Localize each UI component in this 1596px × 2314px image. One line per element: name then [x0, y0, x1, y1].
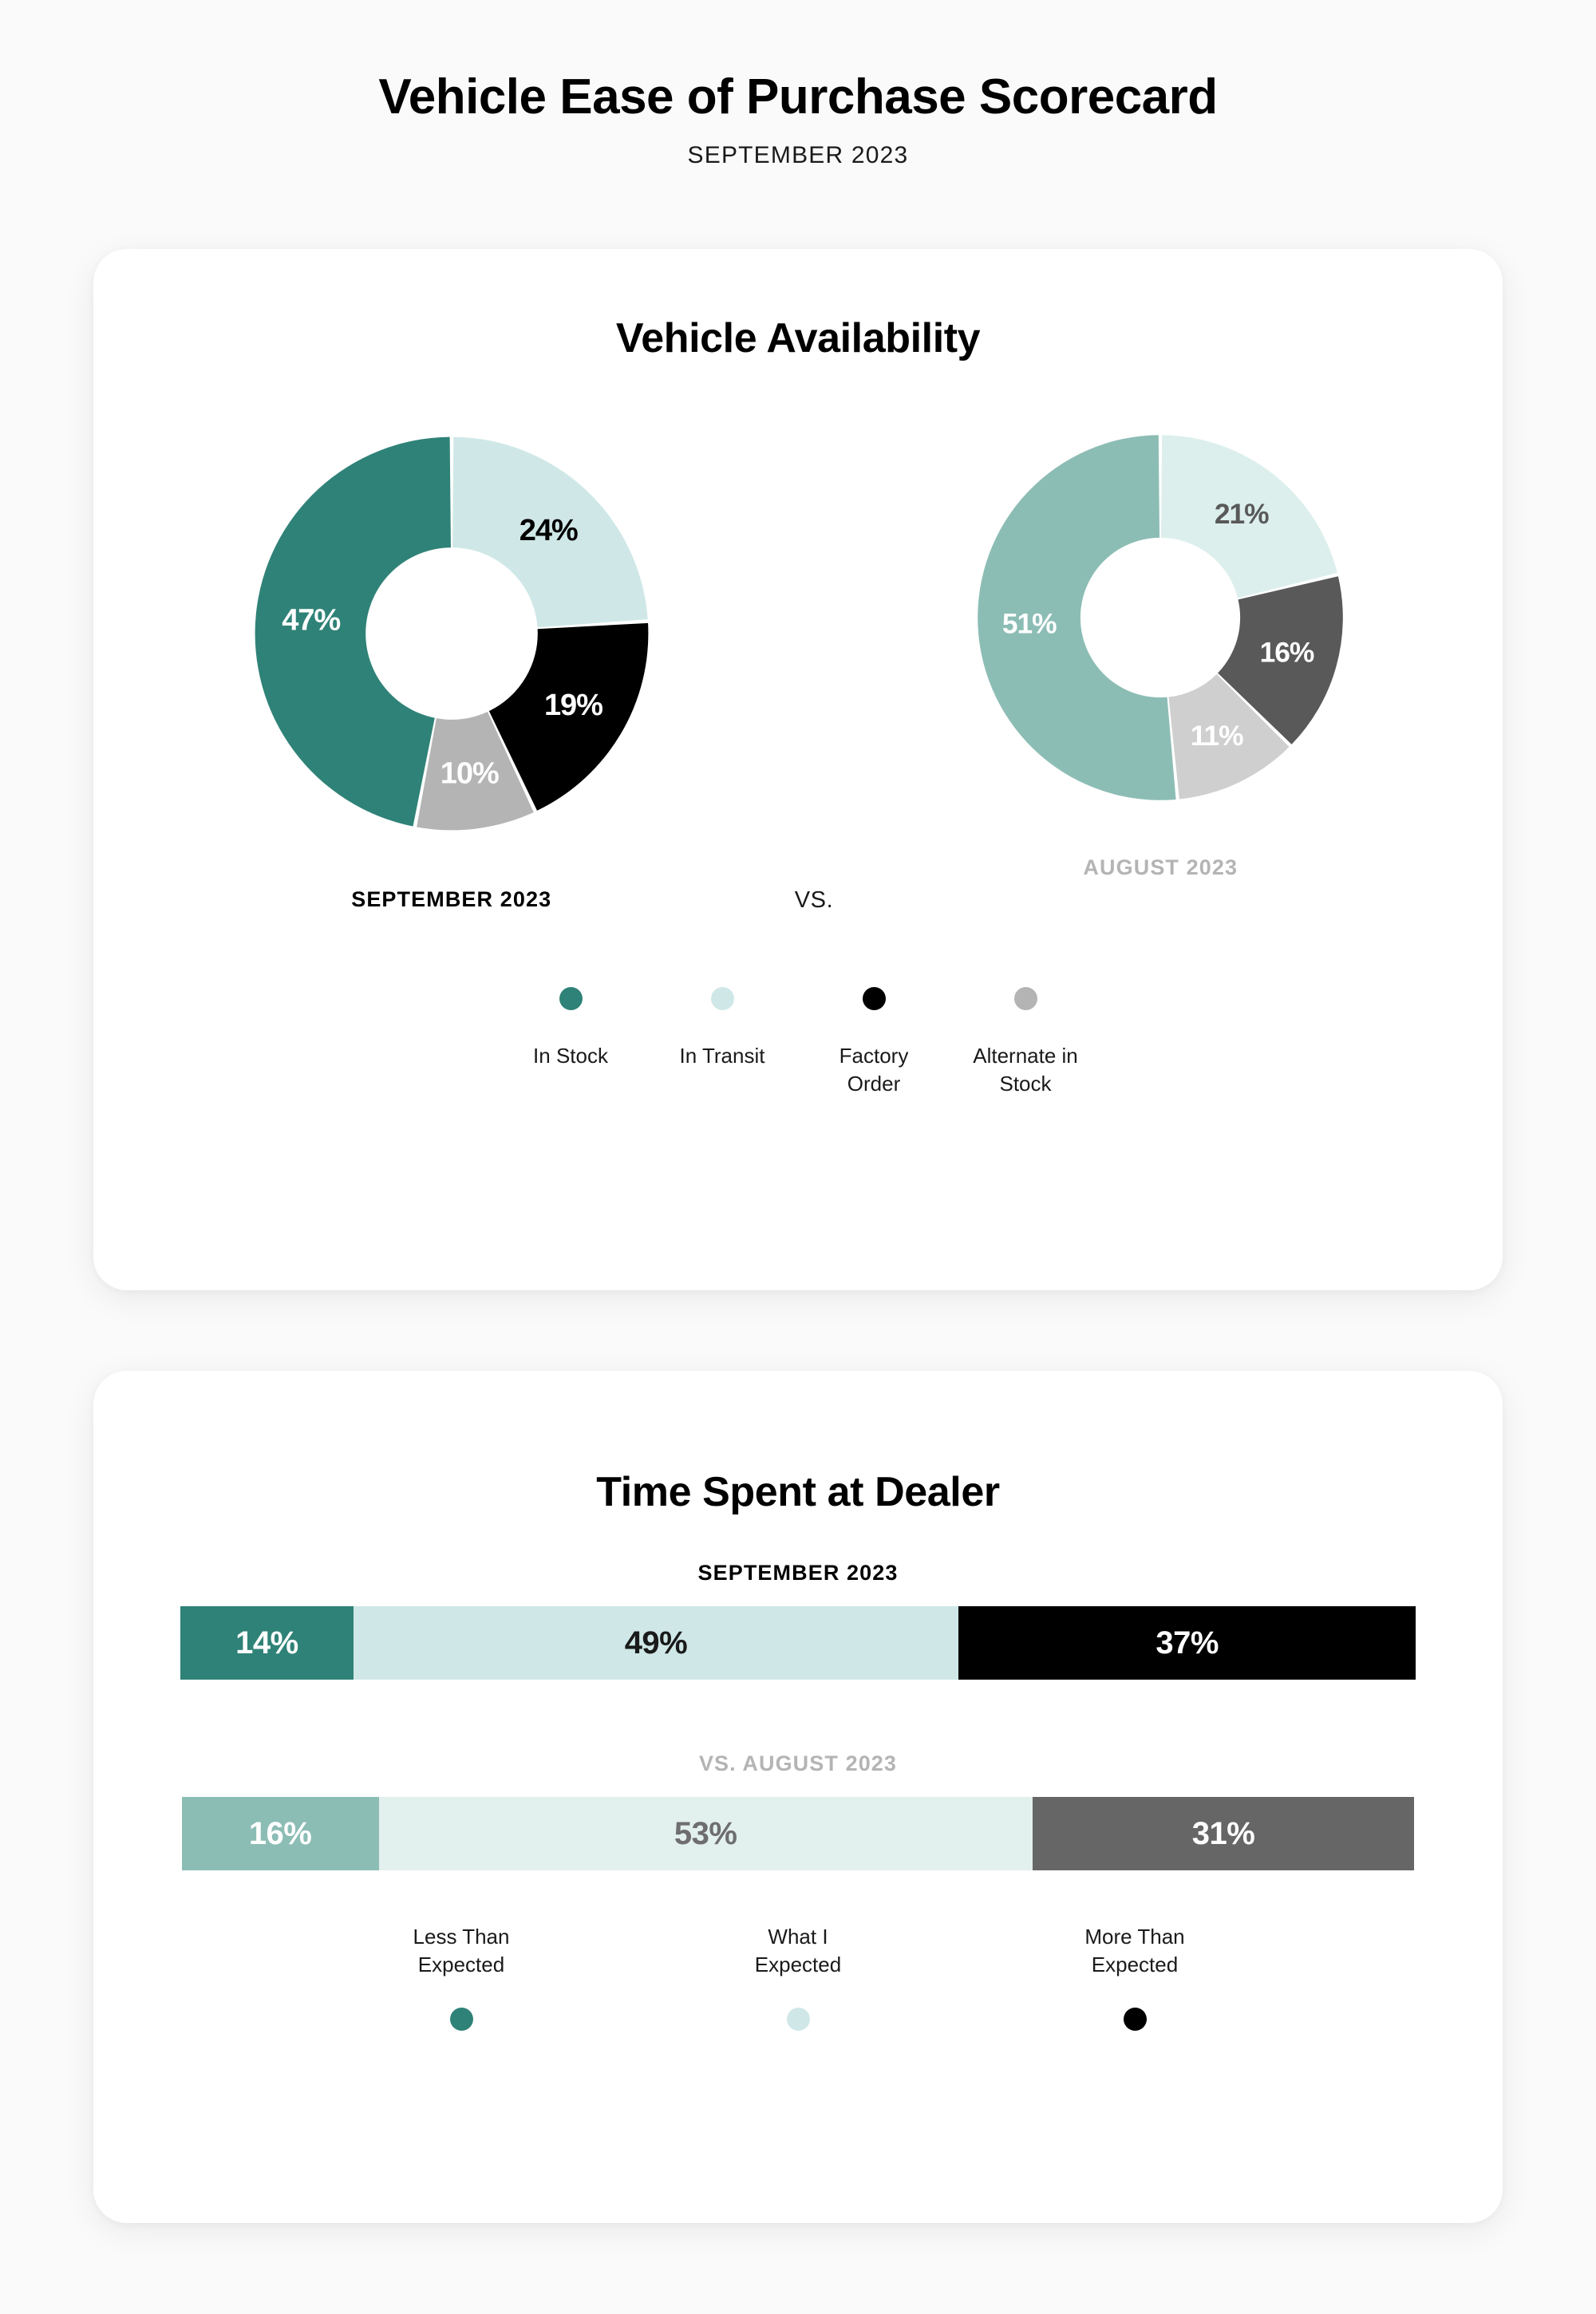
stacked-bar-segment: 53% [378, 1797, 1033, 1870]
page-subtitle: SEPTEMBER 2023 [687, 142, 909, 169]
donut-slice-value: 21% [1215, 499, 1269, 530]
legend-dot-icon [559, 987, 583, 1010]
donut-slice-value: 47% [282, 603, 340, 637]
legend-dot-icon [786, 2007, 810, 2031]
time-spent-title: Time Spent at Dealer [596, 1469, 1000, 1515]
legend-item-label: Factory Order [839, 1044, 909, 1096]
legend-item-label: What I Expected [754, 1925, 842, 1976]
donut-caption-august: AUGUST 2023 [1083, 855, 1238, 879]
donut-comparison-row: 24% 19% 10% 47% SEPTEMBER 2023 VS. 21% 16% 11… [93, 410, 1503, 914]
donut-slice-value: 24% [519, 514, 578, 547]
legend-dot-icon [862, 987, 886, 1010]
time-spent-card: Time Spent at Dealer SEPTEMBER 2023 14% 4… [93, 1371, 1503, 2223]
legend-item[interactable]: In Transit [646, 987, 798, 1070]
legend-item[interactable]: Factory Order [798, 987, 950, 1098]
legend-item[interactable]: Less Than Expected [381, 1923, 541, 2031]
page-header: Vehicle Ease of Purchase Scorecard SEPTE… [0, 0, 1596, 169]
time-spent-legend: Less Than Expected What I Expected More Th… [93, 1923, 1503, 2031]
donut-slice-value: 11% [1191, 721, 1243, 752]
vs-label: VS. [794, 887, 834, 913]
vs-separator: VS. [795, 410, 834, 914]
vehicle-availability-title: Vehicle Availability [615, 315, 981, 361]
legend-item[interactable]: In Stock [495, 987, 646, 1070]
donut-slice-value: 51% [1002, 608, 1057, 639]
legend-item-label: In Stock [533, 1044, 608, 1068]
scorecard-page: Vehicle Ease of Purchase Scorecard SEPTE… [0, 0, 1596, 2314]
legend-item-label: Alternate in Stock [973, 1044, 1078, 1096]
donut-slice-value: 10% [440, 757, 498, 791]
vehicle-availability-card: Vehicle Availability 24% 19% 10% 47% SEPTEM… [93, 249, 1503, 1290]
stacked-bar-segment: 37% [958, 1606, 1416, 1680]
donut-slice-value: 19% [544, 689, 602, 722]
time-bar-section-september: SEPTEMBER 2023 14% 49% 37% [93, 1561, 1503, 1680]
stacked-bar-segment: 16% [181, 1797, 379, 1870]
legend-item[interactable]: What I Expected [718, 1923, 878, 2031]
donut-block-august: 21% 16% 11% 51% AUGUST 2023 [953, 410, 1368, 880]
time-bar-section-august: VS. AUGUST 2023 16% 53% 31% [93, 1751, 1503, 1870]
donut-svg-september: 24% 19% 10% 47% [255, 436, 649, 831]
legend-dot-icon [449, 2007, 473, 2031]
donut-slice-value: 16% [1260, 637, 1314, 668]
stacked-bar-september: 14% 49% 37% [180, 1606, 1416, 1680]
legend-item-label: Less Than Expected [413, 1925, 510, 1976]
legend-item[interactable]: More Than Expected [1055, 1923, 1215, 2031]
legend-item[interactable]: Alternate in Stock [950, 987, 1101, 1098]
stacked-bar-august: 16% 53% 31% [181, 1797, 1415, 1870]
legend-dot-icon [1123, 2007, 1147, 2031]
page-title: Vehicle Ease of Purchase Scorecard [378, 69, 1218, 124]
stacked-bar-segment: 31% [1032, 1797, 1415, 1870]
stacked-bar-segment: 49% [353, 1606, 959, 1680]
legend-dot-icon [1013, 987, 1037, 1010]
donut-block-september: 24% 19% 10% 47% SEPTEMBER 2023 [228, 410, 675, 912]
donut-caption-september: SEPTEMBER 2023 [351, 887, 552, 911]
availability-legend: In Stock In Transit Factory Order Alternate… [93, 987, 1503, 1098]
legend-item-label: In Transit [679, 1044, 765, 1068]
legend-item-label: More Than Expected [1084, 1925, 1185, 1976]
donut-chart-august: 21% 16% 11% 51% [953, 410, 1368, 825]
donut-svg-august: 21% 16% 11% 51% [978, 435, 1344, 800]
time-bar-caption-august: VS. AUGUST 2023 [698, 1751, 898, 1775]
legend-dot-icon [710, 987, 734, 1010]
time-bar-caption-september: SEPTEMBER 2023 [697, 1561, 899, 1585]
donut-chart-september: 24% 19% 10% 47% [228, 410, 675, 857]
stacked-bar-segment: 14% [180, 1606, 354, 1680]
